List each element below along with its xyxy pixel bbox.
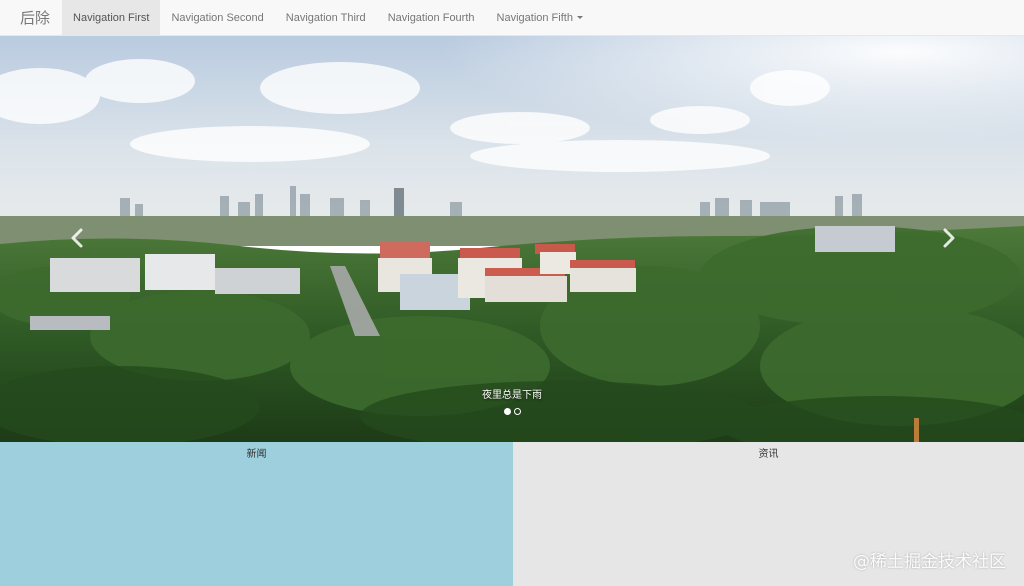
carousel-next-control[interactable] <box>936 226 960 250</box>
nav-item-fifth-dropdown[interactable]: Navigation Fifth <box>486 0 594 35</box>
nav-item-label: Navigation Fourth <box>387 11 475 24</box>
nav-item-label: Navigation Second <box>171 11 264 24</box>
page: 后除 Navigation First Navigation Second Na… <box>0 0 1024 586</box>
carousel-indicator-1[interactable] <box>503 408 511 415</box>
watermark: @稀土掘金技术社区 <box>853 552 1006 572</box>
nav-item-third[interactable]: Navigation Third <box>275 0 377 35</box>
nav-item-label: Navigation Fifth <box>496 11 573 24</box>
chevron-left-icon <box>71 228 83 248</box>
carousel-indicator-2[interactable] <box>513 408 521 415</box>
nav-item-label: Navigation Third <box>285 11 366 24</box>
image-carousel: 夜里总是下雨 <box>0 36 1024 442</box>
carousel-caption: 夜里总是下雨 <box>482 390 542 401</box>
nav-item-label: Navigation First <box>73 11 150 24</box>
carousel-indicators <box>0 408 1024 415</box>
info-panel-title: 资讯 <box>758 449 779 460</box>
caret-down-icon <box>576 16 583 19</box>
nav-item-fourth[interactable]: Navigation Fourth <box>377 0 486 35</box>
chevron-right-icon <box>943 228 955 248</box>
carousel-prev-control[interactable] <box>66 226 90 250</box>
carousel-slide-image <box>0 36 1024 442</box>
news-panel-title: 新闻 <box>246 449 267 460</box>
nav-item-second[interactable]: Navigation Second <box>160 0 274 35</box>
news-panel: 新闻 <box>0 442 513 586</box>
navbar-brand[interactable]: 后除 <box>0 0 62 35</box>
navbar: 后除 Navigation First Navigation Second Na… <box>0 0 1024 36</box>
nav-item-first[interactable]: Navigation First <box>62 0 161 35</box>
nav-list: Navigation First Navigation Second Navig… <box>62 0 594 35</box>
